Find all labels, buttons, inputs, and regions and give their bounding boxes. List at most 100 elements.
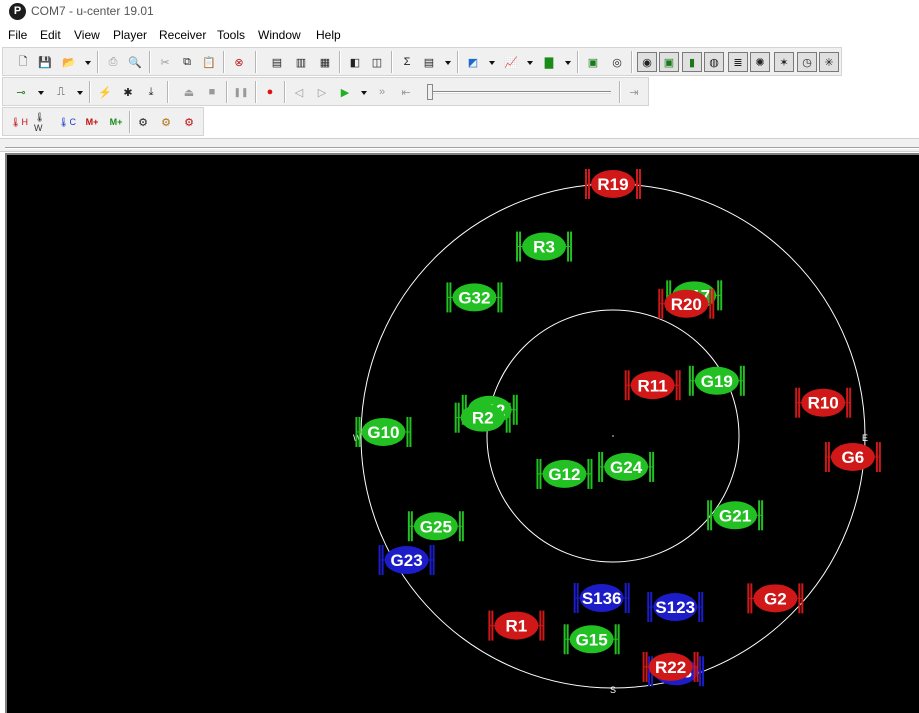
- data-view-icon[interactable]: ≣: [728, 52, 748, 72]
- fast-forward-icon[interactable]: »: [372, 82, 392, 102]
- stop-icon[interactable]: ■: [202, 82, 222, 102]
- compass-icon[interactable]: ✺: [750, 52, 770, 72]
- statistics-icon[interactable]: Σ: [397, 52, 417, 72]
- menu-bar: File Edit View Player Receiver Tools Win…: [0, 25, 919, 46]
- signal-bars-icon[interactable]: ▮: [682, 52, 702, 72]
- compass-west-label: W: [353, 433, 362, 443]
- playback-slider-thumb[interactable]: [427, 84, 433, 100]
- menu-help[interactable]: Help: [316, 28, 341, 42]
- satellite-g15[interactable]: G15: [563, 624, 620, 655]
- clock-icon[interactable]: ◷: [797, 52, 817, 72]
- hot-start-icon[interactable]: 🌡H: [9, 112, 29, 132]
- satellite-g12[interactable]: G12: [536, 458, 593, 489]
- satellite-g21[interactable]: G21: [707, 500, 764, 531]
- satellite-r19[interactable]: R19: [585, 169, 641, 199]
- open-icon[interactable]: 📂: [59, 52, 79, 72]
- satellite-sky-icon[interactable]: ◎: [607, 52, 627, 72]
- connection-dropdown-caret[interactable]: [38, 91, 44, 95]
- satellite-g25[interactable]: G25: [407, 511, 464, 542]
- toolbar-separator: [391, 51, 393, 73]
- satellite-g24[interactable]: G24: [598, 451, 655, 482]
- satellite-r10[interactable]: R10: [795, 387, 852, 418]
- deviation-map-icon[interactable]: ◉: [637, 52, 657, 72]
- record-icon[interactable]: ●: [260, 82, 280, 102]
- step-forward-icon[interactable]: ▷: [312, 82, 332, 102]
- satellite-s136[interactable]: S136: [573, 583, 630, 614]
- message-plus-icon[interactable]: M+: [106, 112, 126, 132]
- toolbar-separator: [631, 51, 633, 73]
- cut-icon[interactable]: ✂: [155, 52, 175, 72]
- toolbar-separator: [89, 81, 91, 103]
- histogram-icon[interactable]: ▇: [539, 52, 559, 72]
- chart-view-dropdown-caret[interactable]: [527, 61, 533, 65]
- chart-view-icon[interactable]: 📈: [501, 52, 521, 72]
- sky-view-icon[interactable]: ▣: [659, 52, 679, 72]
- menu-receiver[interactable]: Receiver: [159, 28, 206, 42]
- pause-icon[interactable]: ❚❚: [231, 82, 251, 102]
- satellite-r3[interactable]: R3: [516, 231, 573, 262]
- config-gear-2-icon[interactable]: ⚙: [156, 112, 176, 132]
- satellite-g32[interactable]: G32: [446, 282, 503, 313]
- save-icon[interactable]: 💾: [35, 52, 55, 72]
- satellite-g19[interactable]: G19: [688, 365, 745, 396]
- rose-icon[interactable]: ✶: [774, 52, 794, 72]
- satellite-layer: R19R3G32G17R20R11G19R10G6R12R2G10G12G24G…: [355, 169, 881, 687]
- play-dropdown-caret[interactable]: [361, 91, 367, 95]
- satellite-r11[interactable]: R11: [624, 370, 681, 401]
- menu-player[interactable]: Player: [113, 28, 147, 42]
- export-csv-icon[interactable]: ▦: [315, 52, 335, 72]
- window-title: COM7 - u-center 19.01: [31, 4, 154, 18]
- satellite-g10[interactable]: G10: [355, 416, 412, 447]
- config-gear-icon[interactable]: ⚙: [133, 112, 153, 132]
- gauge-icon[interactable]: ✳: [819, 52, 839, 72]
- cold-start-icon[interactable]: 🌡C: [57, 112, 77, 132]
- baudrate-icon[interactable]: ⎍: [51, 82, 71, 102]
- satellite-s123[interactable]: S123: [647, 592, 704, 623]
- toolbar-separator: [226, 81, 228, 103]
- config-gear-3-icon[interactable]: ⚙: [179, 112, 199, 132]
- satellite-g2[interactable]: G2: [747, 583, 804, 614]
- rewind-icon[interactable]: ⇤: [396, 82, 416, 102]
- export-kml-icon[interactable]: ▥: [291, 52, 311, 72]
- menu-edit[interactable]: Edit: [40, 28, 61, 42]
- jump-end-icon[interactable]: ⇥: [624, 82, 644, 102]
- download-icon[interactable]: ⤓: [141, 82, 161, 102]
- message-add-icon[interactable]: M+: [82, 112, 102, 132]
- histogram-dropdown-caret[interactable]: [565, 61, 571, 65]
- print-icon[interactable]: ⎙: [103, 52, 123, 72]
- table-view-dropdown-caret[interactable]: [445, 61, 451, 65]
- open-dropdown-caret[interactable]: [85, 61, 91, 65]
- debug-icon[interactable]: ✱: [118, 82, 138, 102]
- docking-icon[interactable]: ◧: [345, 52, 365, 72]
- satellite-g6[interactable]: G6: [824, 441, 881, 472]
- autobaud-icon[interactable]: ⚡: [95, 82, 115, 102]
- warm-start-icon[interactable]: 🌡W: [33, 112, 53, 133]
- map-view-icon[interactable]: ◩: [463, 52, 483, 72]
- main-toolbar: 🗋 💾 📂 ⎙ 🔍 ✂ ⧉ 📋 ⊗ ▤ ▥ ▦ ◧ ◫ Σ ▤ ◩ 📈 ▇ ▣ …: [2, 47, 842, 76]
- print-preview-icon[interactable]: 🔍: [125, 52, 145, 72]
- export-icon[interactable]: ▤: [267, 52, 287, 72]
- world-icon[interactable]: ◍: [704, 52, 724, 72]
- play-icon[interactable]: ▶: [335, 82, 355, 102]
- menu-file[interactable]: File: [8, 28, 27, 42]
- connection-icon[interactable]: ⊸: [11, 82, 31, 102]
- new-file-icon[interactable]: 🗋: [13, 52, 33, 72]
- satellite-label: R3: [533, 238, 555, 257]
- layout-icon[interactable]: ◫: [367, 52, 387, 72]
- copy-icon[interactable]: ⧉: [177, 52, 197, 72]
- menu-view[interactable]: View: [74, 28, 100, 42]
- table-view-icon[interactable]: ▤: [419, 52, 439, 72]
- menu-tools[interactable]: Tools: [217, 28, 245, 42]
- baudrate-dropdown-caret[interactable]: [77, 91, 83, 95]
- eject-icon[interactable]: ⏏: [179, 82, 199, 102]
- paste-icon[interactable]: 📋: [199, 52, 219, 72]
- satellite-sky-view[interactable]: W E S R19R3G32G17R20R11G19R10G6R12R2G10G…: [5, 153, 919, 713]
- camera-icon[interactable]: ▣: [583, 52, 603, 72]
- satellite-r1[interactable]: R1: [488, 610, 545, 641]
- menu-window[interactable]: Window: [258, 28, 301, 42]
- zenith-dot: [612, 435, 614, 437]
- map-view-dropdown-caret[interactable]: [489, 61, 495, 65]
- playback-slider-track[interactable]: [431, 91, 611, 94]
- clear-icon[interactable]: ⊗: [229, 52, 249, 72]
- step-back-icon[interactable]: ◁: [289, 82, 309, 102]
